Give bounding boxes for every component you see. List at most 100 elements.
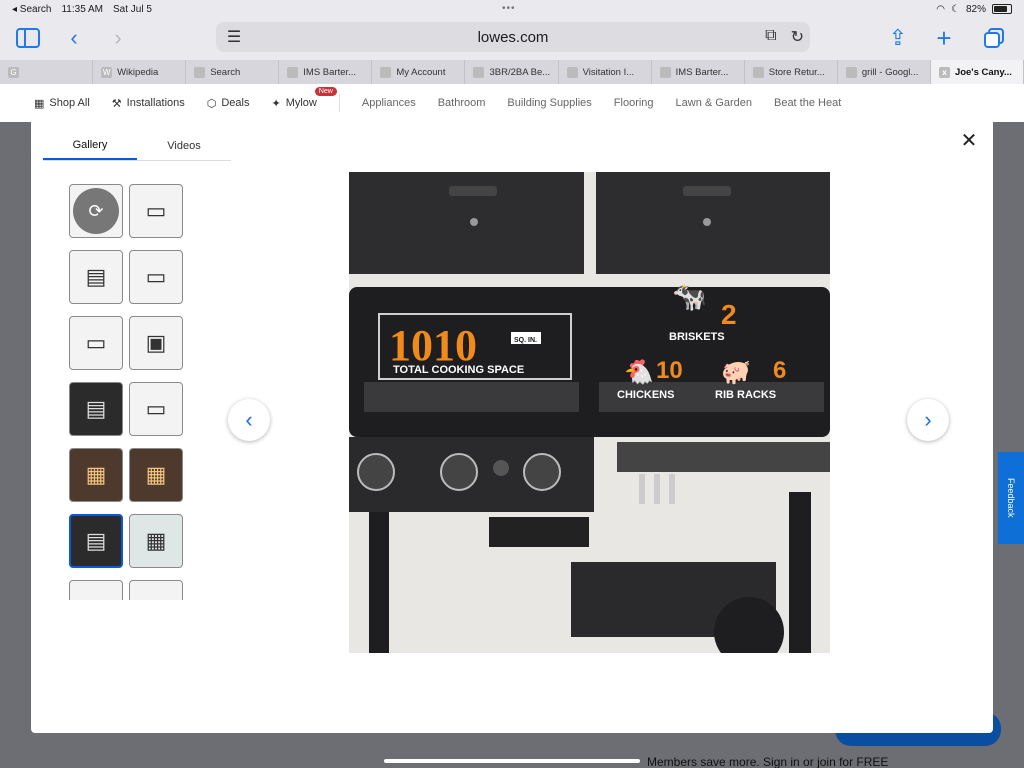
favicon-icon <box>752 66 764 78</box>
lawn-garden-link[interactable]: Lawn & Garden <box>676 97 752 109</box>
burner-knob <box>440 453 478 491</box>
browser-tab[interactable]: 3BR/2BA Be... <box>465 60 559 84</box>
grill-icon: ▭ <box>145 396 167 421</box>
back-icon[interactable]: ‹ <box>60 24 88 52</box>
thumbnail-360[interactable]: ⟳ <box>69 184 123 238</box>
sparkle-icon: ✦ <box>271 97 281 110</box>
lid-handle <box>683 186 731 196</box>
multitask-dots-icon[interactable]: ••• <box>502 3 516 14</box>
battery-percent: 82% <box>965 3 986 15</box>
flooring-link[interactable]: Flooring <box>614 97 654 109</box>
sidebar-icon[interactable] <box>14 24 42 52</box>
thumbnail-grill[interactable]: ▤ <box>69 250 123 304</box>
tab-gallery[interactable]: Gallery <box>43 131 137 160</box>
thumbnail-photo[interactable]: ▦ <box>129 514 183 568</box>
browser-tab[interactable]: Visitation I... <box>559 60 652 84</box>
deals-link[interactable]: ⬡ Deals <box>207 97 250 110</box>
cooking-area-number: 1010 <box>389 321 477 370</box>
briskets-label: BRISKETS <box>669 331 725 343</box>
tool-hook <box>669 474 675 504</box>
thumbnail-photo[interactable]: ▦ <box>69 448 123 502</box>
thermometer-icon <box>703 218 711 226</box>
browser-tab[interactable]: My Account <box>372 60 466 84</box>
browser-tab[interactable]: grill - Googl... <box>838 60 931 84</box>
battery-icon <box>992 4 1012 14</box>
thumbnail-spec[interactable]: ▭ <box>69 580 123 600</box>
bathroom-link[interactable]: Bathroom <box>438 97 486 109</box>
forward-icon[interactable]: › <box>104 24 132 52</box>
shop-all-label: Shop All <box>49 97 90 109</box>
new-tab-icon[interactable]: + <box>930 23 958 53</box>
browser-tab[interactable]: Store Retur... <box>745 60 838 84</box>
tabs-overview-icon[interactable] <box>980 24 1008 52</box>
thumbnail-list: ⟳ ▭ ▤ ▭ ▭ ▣ ▤ ▭ ▦ ▦ ▤ ▦ ▭ ▭ <box>69 184 189 600</box>
browser-tab[interactable]: G <box>0 60 94 84</box>
tag-icon: ⬡ <box>206 97 217 110</box>
reload-icon[interactable]: ↻ <box>791 27 804 47</box>
next-image-button[interactable]: › <box>907 399 949 441</box>
tab-label: IMS Barter... <box>675 66 729 78</box>
thumbnail-grill[interactable]: ▭ <box>129 250 183 304</box>
share-icon[interactable]: ⇪ <box>884 24 912 52</box>
favicon-icon <box>380 66 392 78</box>
mylowe-link[interactable]: ✦ Mylow New <box>271 86 337 110</box>
installations-link[interactable]: ⚒ Installations <box>112 97 185 110</box>
thumbnail-grill[interactable]: ▭ <box>129 382 183 436</box>
favicon-icon <box>566 66 578 78</box>
chickens-label: CHICKENS <box>617 389 674 401</box>
browser-tab[interactable]: x Joe's Cany... <box>930 60 1024 84</box>
briskets-count: 2 <box>721 299 737 330</box>
favicon-icon: x <box>938 66 950 78</box>
back-to-app[interactable]: ◂ Search <box>12 4 51 15</box>
tab-videos[interactable]: Videos <box>137 131 231 160</box>
chevron-right-icon: › <box>924 407 932 432</box>
page-menu-icon[interactable]: ☰ <box>224 27 244 47</box>
previous-image-button[interactable]: ‹ <box>228 399 270 441</box>
thumbnail-grill[interactable]: ▭ <box>69 316 123 370</box>
wifi-icon: ◠ <box>936 3 946 15</box>
beat-the-heat-link[interactable]: Beat the Heat <box>774 97 841 109</box>
new-badge: New <box>314 86 337 96</box>
tab-label: 3BR/2BA Be... <box>489 66 551 78</box>
building-supplies-link[interactable]: Building Supplies <box>507 97 591 109</box>
favicon-icon: G <box>8 66 19 78</box>
tool-hook <box>639 474 645 504</box>
browser-tab[interactable]: IMS Barter... <box>652 60 745 84</box>
tab-label: Store Retur... <box>768 66 825 78</box>
chickens-count: 10 <box>656 357 683 384</box>
thumbnail-grill[interactable]: ▣ <box>129 316 183 370</box>
thumbnail-selected[interactable]: ▤ <box>69 514 123 568</box>
browser-tab[interactable]: IMS Barter... <box>279 60 373 84</box>
shop-all-link[interactable]: ▦ Shop All <box>34 97 90 110</box>
cow-icon: 🐄 <box>672 281 707 312</box>
tab-label: grill - Googl... <box>861 66 919 78</box>
thumbnail-photo[interactable]: ▦ <box>129 448 183 502</box>
grill-icon: ▤ <box>85 264 107 289</box>
appliances-link[interactable]: Appliances <box>362 97 416 109</box>
grill-icon: ▣ <box>145 330 167 355</box>
status-date: Sat Jul 5 <box>113 3 152 15</box>
thumbnail-grill[interactable]: ▭ <box>129 184 183 238</box>
igniter-button <box>493 460 509 476</box>
nav-divider <box>338 94 340 112</box>
feedback-tab[interactable]: Feedback <box>998 452 1024 544</box>
thumbnail-spec[interactable]: ▭ <box>129 580 183 600</box>
favicon-icon <box>659 66 671 78</box>
tab-label: Wikipedia <box>117 66 159 78</box>
tab-strip: G W Wikipedia Search IMS Barter... My Account… <box>0 60 1024 84</box>
burner-knob <box>523 453 561 491</box>
thumbnail-grill[interactable]: ▤ <box>69 382 123 436</box>
members-promo-text: Members save more. Sign in or join for F… <box>647 755 889 768</box>
tool-hook <box>654 474 660 504</box>
browser-tab[interactable]: W Wikipedia <box>93 60 187 84</box>
extensions-icon[interactable]: ⧉ <box>765 27 776 47</box>
browser-tab[interactable]: Search <box>186 60 280 84</box>
address-bar[interactable]: ☰ lowes.com ⧉ ↻ <box>216 22 810 52</box>
close-icon[interactable]: ✕ <box>959 131 979 151</box>
home-indicator[interactable] <box>384 759 640 763</box>
mylowe-label: Mylow <box>285 97 317 109</box>
grid-icon: ▦ <box>34 97 45 110</box>
grill-illustration: 1010 SQ. IN. TOTAL COOKING SPACE 🐄 2 BRI… <box>349 172 830 653</box>
status-time: 11:35 AM <box>61 3 103 15</box>
toolbox-icon: ⚒ <box>111 97 122 110</box>
